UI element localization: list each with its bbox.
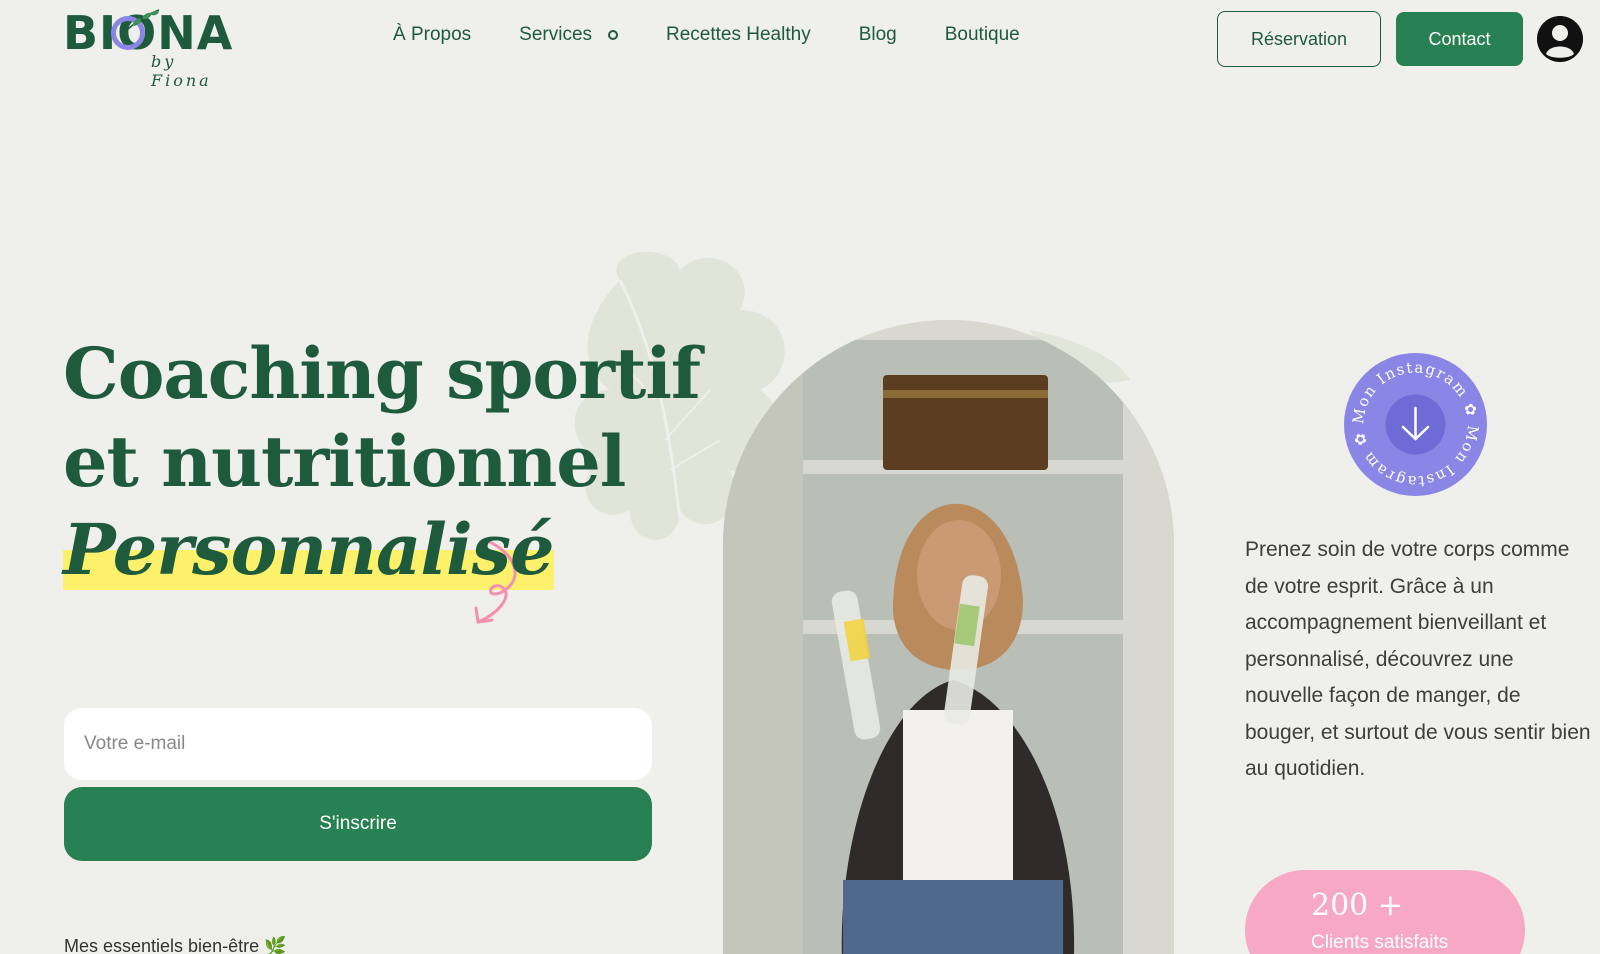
- instagram-badge[interactable]: Mon Instagram ✿ Mon Instagram ✿: [1344, 353, 1487, 496]
- leaf-sprig-icon: [124, 9, 160, 33]
- hero-headline: Coaching sportif et nutritionnel Personn…: [63, 330, 701, 594]
- contact-button[interactable]: Contact: [1396, 12, 1523, 66]
- nav-item-services[interactable]: Services: [519, 24, 619, 46]
- logo-subtitle: by Fiona: [151, 52, 212, 90]
- hero-line-2: et nutritionnel: [63, 420, 626, 503]
- nav-item-recettes-healthy[interactable]: Recettes Healthy: [666, 24, 811, 46]
- subscribe-button[interactable]: S'inscrire: [64, 787, 652, 861]
- nav-item-a-propos[interactable]: À Propos: [393, 24, 471, 46]
- hero-line-3: Personnalisé: [63, 508, 555, 591]
- hero-line-1: Coaching sportif: [63, 332, 701, 415]
- main-nav: À Propos Services Recettes Healthy Blog …: [393, 24, 1020, 46]
- stat-value: 200 +: [1311, 888, 1403, 923]
- brand-logo[interactable]: BIONA by Fiona: [63, 4, 238, 90]
- reservation-button[interactable]: Réservation: [1217, 11, 1381, 67]
- stat-card: 200 + Clients satisfaits: [1245, 870, 1525, 954]
- dropdown-indicator-icon: [608, 30, 619, 40]
- nav-item-boutique[interactable]: Boutique: [945, 24, 1020, 46]
- intro-paragraph: Prenez soin de votre corps comme de votr…: [1245, 538, 1591, 780]
- coach-photo: [723, 320, 1174, 954]
- stat-label: Clients satisfaits: [1311, 932, 1449, 953]
- nav-item-label: Services: [519, 24, 593, 45]
- email-input[interactable]: [64, 708, 652, 780]
- nav-item-blog[interactable]: Blog: [859, 24, 897, 46]
- hero-highlight-word: Personnalisé: [63, 506, 555, 594]
- essentials-heading: Mes essentiels bien-être 🌿: [64, 936, 287, 954]
- user-account-icon[interactable]: [1537, 16, 1583, 62]
